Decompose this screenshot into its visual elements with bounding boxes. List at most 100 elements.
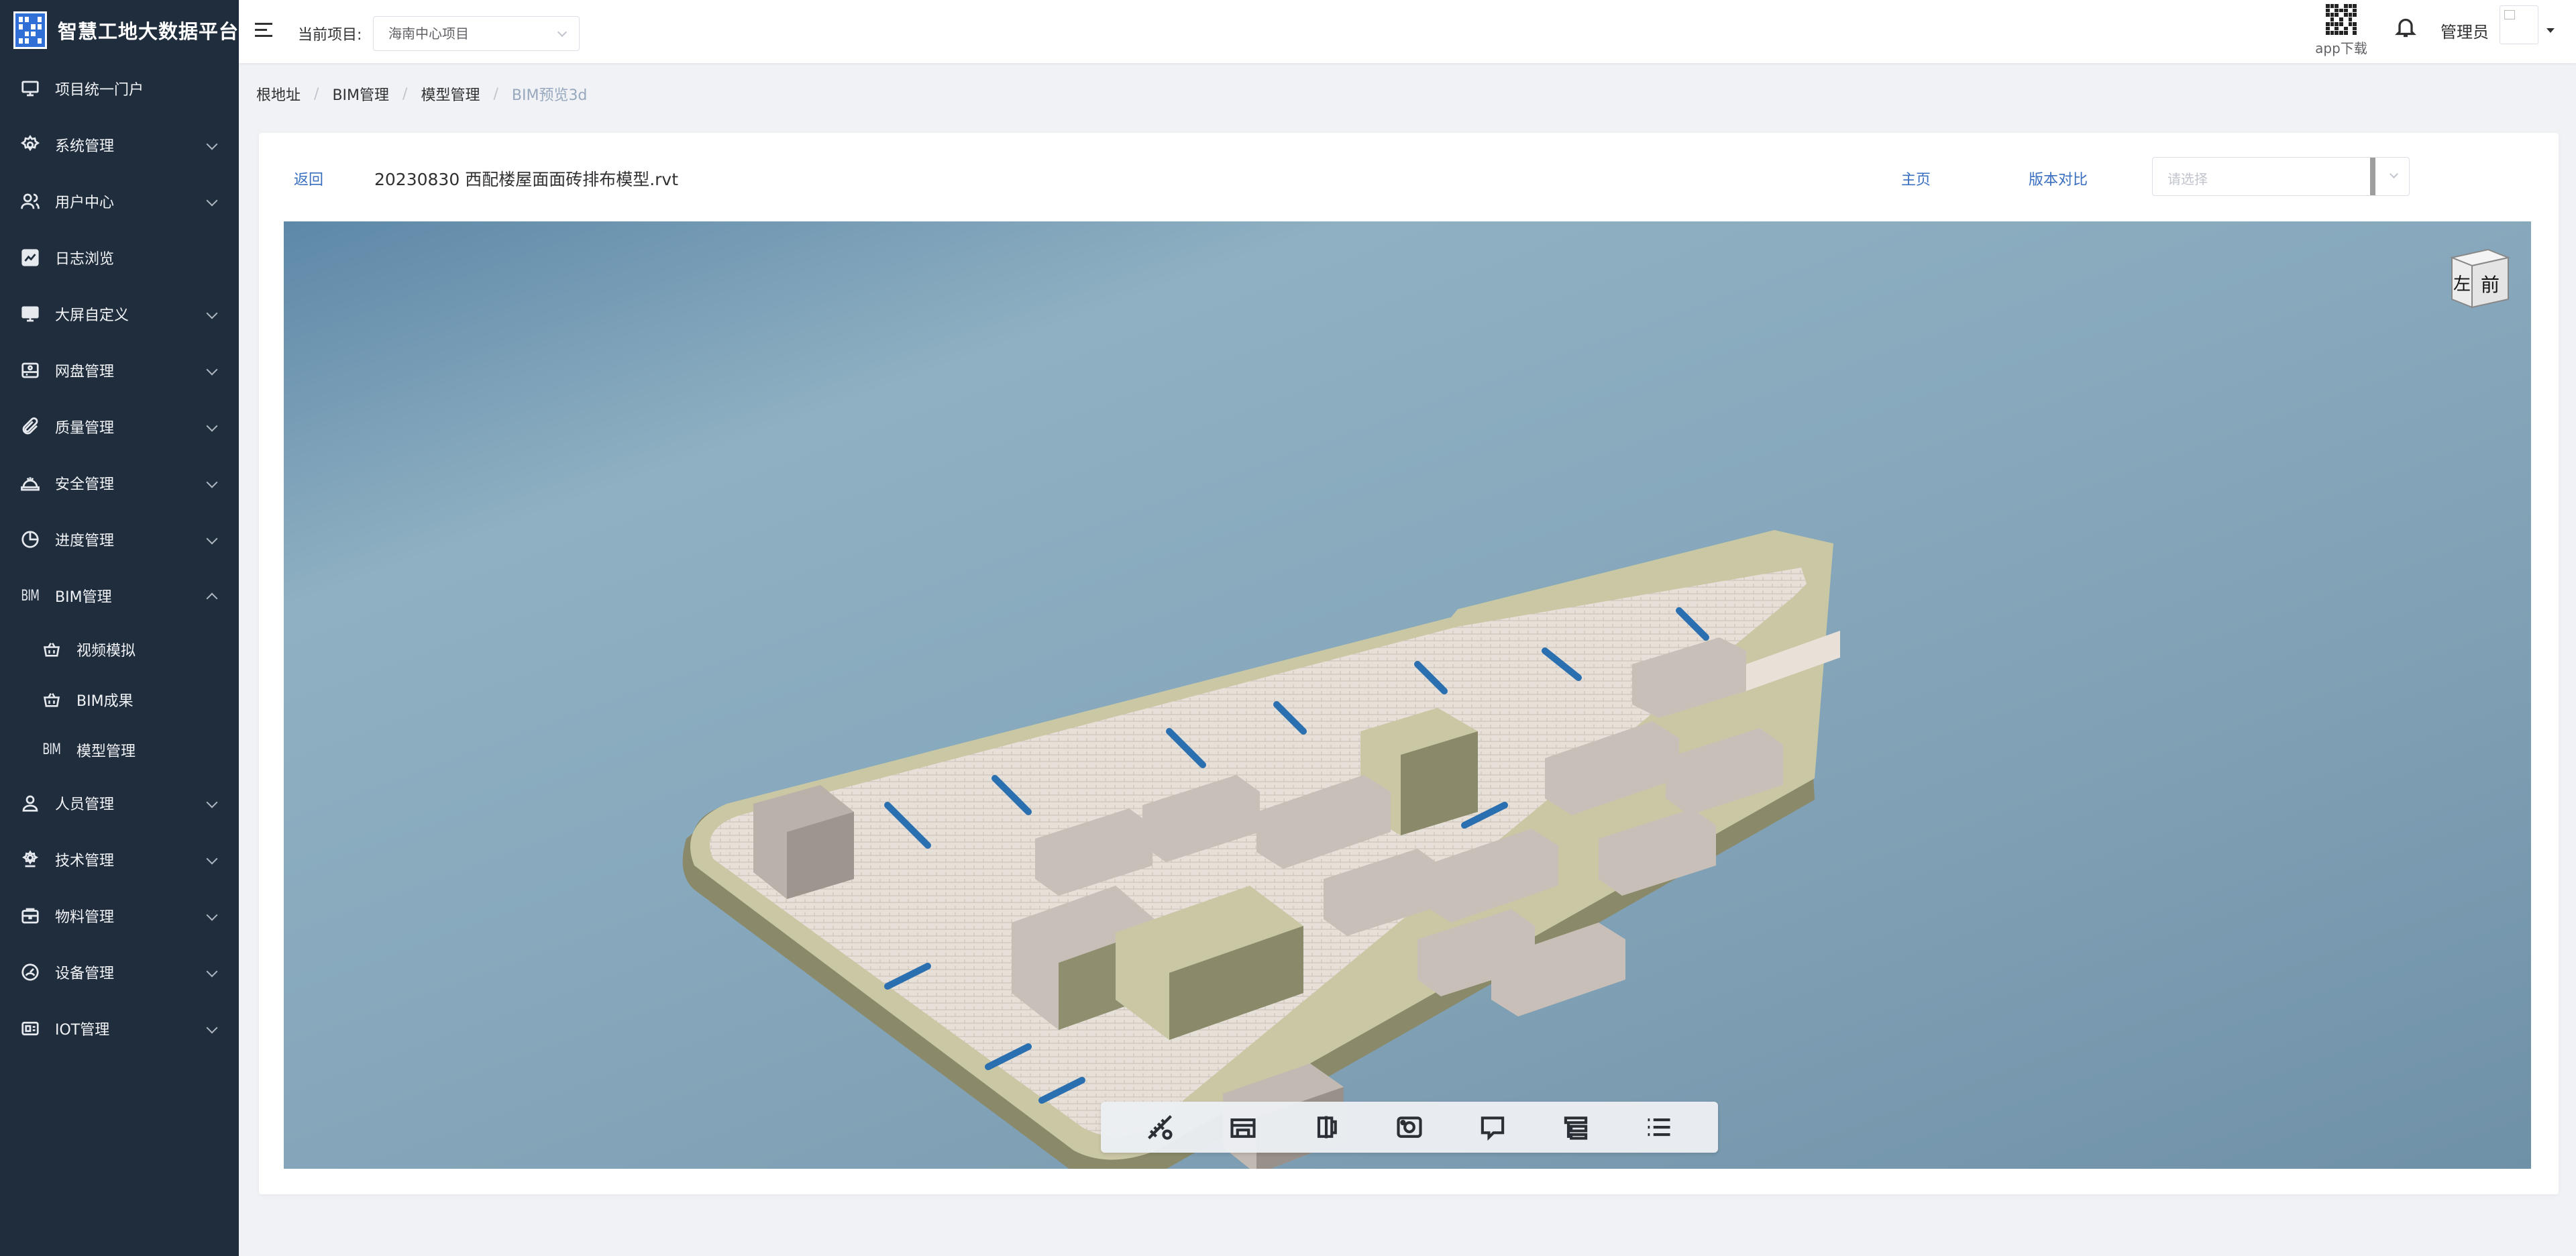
tree-tool-button[interactable] <box>1554 1106 1597 1149</box>
project-select[interactable]: 海南中心项目 <box>373 16 580 51</box>
iot-icon <box>19 1017 42 1040</box>
chart-icon <box>19 246 42 269</box>
chevron-down-icon <box>206 1022 218 1034</box>
sidebar-item-bim[interactable]: BIM BIM管理 <box>0 568 239 624</box>
sidebar-item-label: 质量管理 <box>55 420 115 437</box>
chevron-down-icon <box>206 420 218 432</box>
sidebar-item-disk[interactable]: 网盘管理 <box>0 342 239 399</box>
box-icon <box>19 904 42 927</box>
sidebar-item-materials[interactable]: 物料管理 <box>0 888 239 944</box>
sidebar-subitem-video-sim[interactable]: 视频模拟 <box>0 624 239 674</box>
list-tool-button[interactable] <box>1638 1106 1680 1149</box>
sidebar-item-quality[interactable]: 质量管理 <box>0 399 239 455</box>
caret-down-icon[interactable] <box>2546 28 2555 33</box>
model-file-name: 20230830 西配楼屋面面砖排布模型.rvt <box>374 170 679 189</box>
sidebar-subitem-model-mgmt[interactable]: BIM 模型管理 <box>0 725 239 775</box>
bim-3d-viewer[interactable]: 左 前 <box>284 221 2531 1169</box>
sidebar-item-label: 物料管理 <box>55 909 115 926</box>
breadcrumb-item-root[interactable]: 根地址 <box>256 83 301 105</box>
breadcrumb-separator: / <box>493 85 498 103</box>
pie-icon <box>19 528 42 551</box>
snapshot-icon <box>1397 1116 1422 1138</box>
sidebar-item-label: 大屏自定义 <box>55 307 129 324</box>
view-navigation-cube[interactable]: 左 前 <box>2445 243 2515 313</box>
chevron-down-icon <box>557 27 568 38</box>
sidebar-item-progress[interactable]: 进度管理 <box>0 511 239 568</box>
building-icon <box>1230 1118 1256 1138</box>
navcube-left-label: 左 <box>2453 274 2471 295</box>
chevron-down-icon <box>206 853 218 865</box>
version-compare-link[interactable]: 版本对比 <box>2029 168 2088 189</box>
tech-icon <box>19 848 42 871</box>
project-select-value: 海南中心项目 <box>388 25 469 42</box>
chevron-down-icon <box>206 307 218 319</box>
tree-icon <box>1564 1116 1588 1140</box>
navcube-icon: 左 前 <box>2449 248 2511 309</box>
sidebar: 智慧工地大数据平台 项目统一门户 系统管理 用户中心 日志浏览 大屏自定义 网盘… <box>0 0 239 1256</box>
sidebar-item-tech[interactable]: 技术管理 <box>0 831 239 888</box>
helmet-icon <box>19 472 42 494</box>
collapse-menu-icon[interactable] <box>255 23 275 40</box>
screen-icon <box>19 303 42 325</box>
qr-code-icon <box>2326 4 2357 35</box>
snapshot-tool-button[interactable] <box>1388 1106 1431 1149</box>
sidebar-item-system[interactable]: 系统管理 <box>0 117 239 173</box>
chevron-down-icon <box>206 796 218 808</box>
sidebar-item-label: 安全管理 <box>55 476 115 493</box>
sidebar-item-personnel[interactable]: 人员管理 <box>0 775 239 831</box>
bim-text-icon: BIM <box>40 739 63 762</box>
sidebar-subitem-bim-results[interactable]: BIM成果 <box>0 674 239 725</box>
sidebar-item-equipment[interactable]: 设备管理 <box>0 944 239 1000</box>
back-link[interactable]: 返回 <box>294 168 323 189</box>
chevron-down-icon <box>2390 170 2398 178</box>
frame-icon <box>1481 1116 1505 1141</box>
bim-text-icon: BIM <box>19 584 42 607</box>
select-scroll-bar <box>2370 158 2375 195</box>
breadcrumb-item-bim[interactable]: BIM管理 <box>332 83 389 105</box>
sidebar-item-label: 设备管理 <box>55 965 115 982</box>
home-link[interactable]: 主页 <box>1901 168 1931 189</box>
breadcrumb-separator: / <box>402 85 408 103</box>
users-icon <box>19 190 42 213</box>
breadcrumb-item-current: BIM预览3d <box>511 87 588 104</box>
sidebar-item-label: IOT管理 <box>55 1022 110 1039</box>
measure-icon <box>1148 1115 1173 1140</box>
breadcrumb-separator: / <box>314 85 319 103</box>
bim-tool-bar <box>1101 1102 1718 1153</box>
gauge-icon <box>19 961 42 984</box>
sidebar-item-label: 用户中心 <box>55 195 115 211</box>
sidebar-item-label: 进度管理 <box>55 533 115 550</box>
version-select-placeholder: 请选择 <box>2167 171 2208 187</box>
top-header: 当前项目: 海南中心项目 app下载 管理员 <box>239 0 2576 63</box>
breadcrumb-item-model[interactable]: 模型管理 <box>421 83 480 105</box>
disk-icon <box>19 359 42 382</box>
basket-icon <box>40 688 63 711</box>
project-label: 当前项目: <box>298 27 362 44</box>
app-download-button[interactable]: app下载 <box>2308 4 2375 57</box>
sidebar-item-portal[interactable]: 项目统一门户 <box>0 60 239 117</box>
sidebar-item-label: 人员管理 <box>55 796 115 813</box>
frame-tool-button[interactable] <box>1471 1106 1514 1149</box>
sidebar-item-bigscreen[interactable]: 大屏自定义 <box>0 286 239 342</box>
sidebar-subitem-label: 模型管理 <box>76 743 136 760</box>
section-icon <box>1317 1116 1337 1139</box>
avatar[interactable] <box>2500 5 2538 44</box>
person-icon <box>19 792 42 815</box>
sidebar-item-label: 系统管理 <box>55 138 115 155</box>
basket-icon <box>40 638 63 661</box>
sidebar-item-iot[interactable]: IOT管理 <box>0 1000 239 1057</box>
building-tool-button[interactable] <box>1222 1106 1265 1149</box>
sidebar-item-users[interactable]: 用户中心 <box>0 173 239 229</box>
section-tool-button[interactable] <box>1305 1106 1348 1149</box>
bim-icon-text: BIM <box>21 587 40 605</box>
bim-model-render <box>682 530 1840 1169</box>
brand-logo <box>13 11 47 49</box>
bell-icon[interactable] <box>2394 15 2420 42</box>
measure-tool-button[interactable] <box>1138 1106 1181 1149</box>
version-select[interactable]: 请选择 <box>2152 157 2410 196</box>
sidebar-item-safety[interactable]: 安全管理 <box>0 455 239 511</box>
sidebar-subitem-label: 视频模拟 <box>76 642 136 660</box>
chevron-down-icon <box>206 195 218 207</box>
user-name[interactable]: 管理员 <box>2440 19 2489 42</box>
sidebar-item-logs[interactable]: 日志浏览 <box>0 229 239 286</box>
